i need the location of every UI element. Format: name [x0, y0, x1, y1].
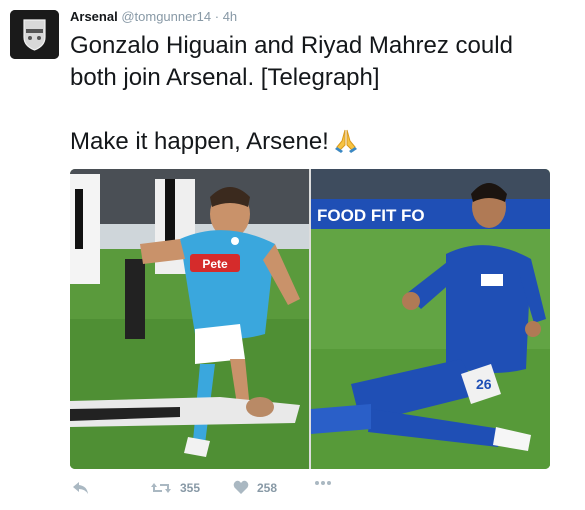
author-handle[interactable]: @tomgunner14: [121, 9, 211, 24]
jersey-number: 26: [476, 376, 492, 392]
tweet-timestamp[interactable]: · 4h: [215, 9, 237, 24]
retweet-icon: [151, 483, 171, 493]
praying-hands-icon: [333, 127, 359, 164]
author-name[interactable]: Arsenal: [70, 9, 118, 24]
photo-higuain[interactable]: Pete: [70, 169, 309, 469]
tweet-text-span: Make it happen, Arsene!: [70, 128, 329, 155]
tweet-text-line: Gonzalo Higuain and Riyad Mahrez could: [70, 32, 513, 59]
photo-mahrez[interactable]: FOOD FIT FO 26: [311, 169, 550, 469]
heart-icon: [233, 480, 249, 494]
tweet-media[interactable]: Pete FOOD FIT FO 26: [70, 169, 550, 469]
stadium-banner: FOOD FIT FO: [317, 206, 425, 225]
reply-button[interactable]: [72, 480, 90, 496]
more-dots-icon: [315, 481, 331, 485]
tweet-text-line: both join Arsenal. [Telegraph]: [70, 64, 380, 91]
avatar[interactable]: [10, 10, 59, 59]
retweet-button[interactable]: 355: [150, 480, 200, 496]
like-button[interactable]: 258: [233, 480, 277, 495]
reply-icon: [73, 482, 88, 494]
arsenal-crest-icon: [10, 10, 59, 59]
more-button[interactable]: [314, 480, 332, 486]
jersey-sponsor: Pete: [202, 257, 228, 271]
like-count: 258: [257, 480, 278, 495]
tweet-header: Arsenal @tomgunner14 · 4h: [70, 9, 237, 24]
tweet-text: Gonzalo Higuain and Riyad Mahrez could b…: [70, 30, 570, 164]
retweet-count: 355: [180, 481, 201, 495]
tweet-text-line: Make it happen, Arsene!: [70, 126, 570, 164]
